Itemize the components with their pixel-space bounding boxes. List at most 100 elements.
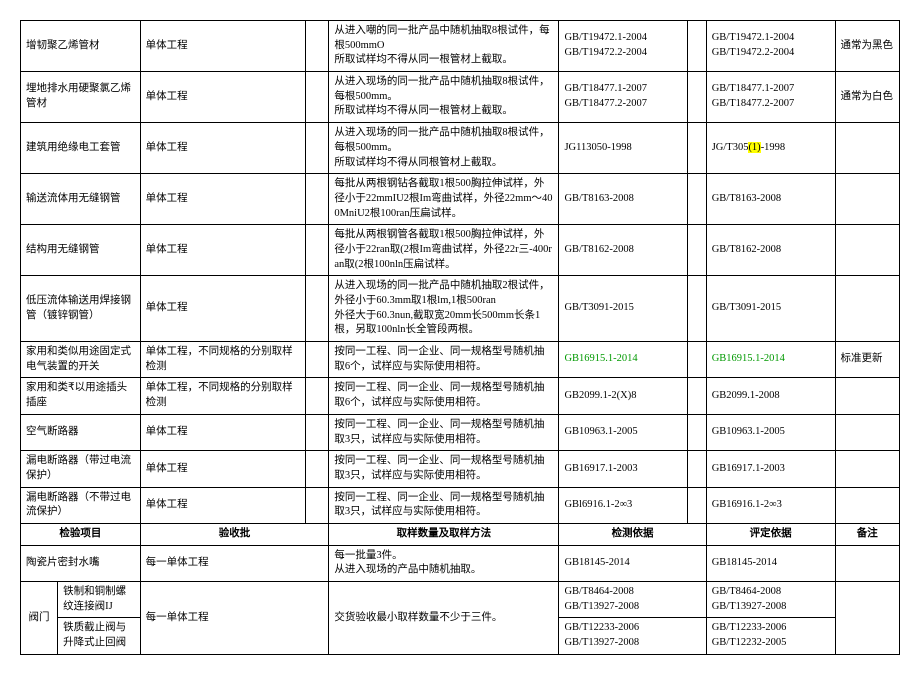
blank xyxy=(306,451,329,487)
blank xyxy=(688,174,706,225)
remark xyxy=(835,545,899,581)
sampling: 从进入嘲的同一批产品中随机抽取8根试件，每根500mmO所取试样均不得从同一根管… xyxy=(329,21,559,72)
item-name: 建筑用绝缘电工套管 xyxy=(21,123,141,174)
batch: 单体工程 xyxy=(140,72,306,123)
batch: 单体工程，不同规格的分别取样检测 xyxy=(140,342,306,378)
remark xyxy=(835,414,899,450)
batch: 单体工程，不同规格的分别取样检测 xyxy=(140,378,306,414)
eval-basis: GB/T12233-2006GB/T12232-2005 xyxy=(706,618,835,654)
hdr-eval: 评定依据 xyxy=(706,523,835,545)
item-name: 结构用无缝钢管 xyxy=(21,225,141,276)
blank xyxy=(688,342,706,378)
sampling: 从进入现场的同一批产品中随机抽取8根试件，每根500mm。所取试样均不得从同一根… xyxy=(329,72,559,123)
batch: 单体工程 xyxy=(140,487,306,523)
blank xyxy=(306,414,329,450)
eval-basis: GB18145-2014 xyxy=(706,545,835,581)
batch: 每一单体工程 xyxy=(140,582,329,655)
eval-basis: GB/T8162-2008 xyxy=(706,225,835,276)
test-basis: GB10963.1-2005 xyxy=(559,414,688,450)
item-name: 漏电断路器（带过电流保护） xyxy=(21,451,141,487)
test-basis: GB/T18477.1-2007GB/T18477.2-2007 xyxy=(559,72,688,123)
test-basis: GBl6916.1-2∞3 xyxy=(559,487,688,523)
hdr-batch: 验收批 xyxy=(140,523,329,545)
blank xyxy=(306,225,329,276)
blank xyxy=(306,342,329,378)
eval-basis: GB10963.1-2005 xyxy=(706,414,835,450)
blank xyxy=(688,414,706,450)
blank xyxy=(688,72,706,123)
blank xyxy=(306,276,329,342)
blank xyxy=(306,174,329,225)
test-basis: GB/T8162-2008 xyxy=(559,225,688,276)
test-basis: GB/T8163-2008 xyxy=(559,174,688,225)
table-row: 空气断路器单体工程按同一工程、同一企业、同一规格型号随机抽取3只，试样应与实际使… xyxy=(21,414,900,450)
table-row: 漏电断路器（带过电流保护）单体工程按同一工程、同一企业、同一规格型号随机抽取3只… xyxy=(21,451,900,487)
hdr-item: 检验项目 xyxy=(21,523,141,545)
blank xyxy=(688,276,706,342)
sampling: 按同一工程、同一企业、同一规格型号随机抽取6个，试样应与实际使用相符。 xyxy=(329,342,559,378)
test-basis: GB/T3091-2015 xyxy=(559,276,688,342)
remark xyxy=(835,123,899,174)
test-basis: JG113050-1998 xyxy=(559,123,688,174)
item-name: 漏电断路器（不带过电流保护） xyxy=(21,487,141,523)
batch: 单体工程 xyxy=(140,451,306,487)
hdr-test: 检测依据 xyxy=(559,523,706,545)
item-name: 家用和类₹以用途插头插座 xyxy=(21,378,141,414)
remark: 通常为黑色 xyxy=(835,21,899,72)
table-row: 家用和类₹以用途插头插座单体工程，不同规格的分别取样检测按同一工程、同一企业、同… xyxy=(21,378,900,414)
eval-basis: GB2099.1-2008 xyxy=(706,378,835,414)
blank xyxy=(688,487,706,523)
eval-basis: GB/T19472.1-2004GB/T19472.2-2004 xyxy=(706,21,835,72)
blank xyxy=(306,123,329,174)
remark xyxy=(835,225,899,276)
table-row: 埋地排水用硬聚氯乙烯管材单体工程从进入现场的同一批产品中随机抽取8根试件，每根5… xyxy=(21,72,900,123)
hdr-remark: 备注 xyxy=(835,523,899,545)
valve-category-label: 阀门 xyxy=(21,582,58,654)
blank xyxy=(688,225,706,276)
item-name: 埋地排水用硬聚氯乙烯管材 xyxy=(21,72,141,123)
valve-sub2: 铁质截止阀与升降式止回阀 xyxy=(58,618,140,654)
test-basis: GB/T12233-2006GB/T13927-2008 xyxy=(559,618,706,654)
eval-basis: GB16915.1-2014 xyxy=(706,342,835,378)
batch: 每一单体工程 xyxy=(140,545,329,581)
item-name: 低压流体输送用焊接钢管（镀锌钢管） xyxy=(21,276,141,342)
eval-basis: GB16916.1-2∞3 xyxy=(706,487,835,523)
remark xyxy=(835,276,899,342)
table-row: 低压流体输送用焊接钢管（镀锌钢管）单体工程从进入现场的同一批产品中随机抽取2根试… xyxy=(21,276,900,342)
table-row: 漏电断路器（不带过电流保护）单体工程按同一工程、同一企业、同一规格型号随机抽取3… xyxy=(21,487,900,523)
eval-basis: GB/T3091-2015 xyxy=(706,276,835,342)
item-name: 家用和类似用途固定式电气装置的开关 xyxy=(21,342,141,378)
remark xyxy=(835,582,899,655)
test-basis: GB16917.1-2003 xyxy=(559,451,688,487)
sampling: 每一批量3件。从进入现场的产品中随机抽取。 xyxy=(329,545,559,581)
item-name: 空气断路器 xyxy=(21,414,141,450)
test-basis: GB2099.1-2(X)8 xyxy=(559,378,688,414)
test-basis: GB16915.1-2014 xyxy=(559,342,688,378)
blank xyxy=(306,72,329,123)
remark xyxy=(835,487,899,523)
table-row: 输送流体用无缝钢管单体工程每批从两根钢钻各截取1根500胸拉伸试样，外径小于22… xyxy=(21,174,900,225)
sampling: 交货验收最小取样数量不少于三件。 xyxy=(329,582,559,655)
blank xyxy=(688,21,706,72)
table-row: 阀门铁制和铜制螺纹连接阀IJ铁质截止阀与升降式止回阀每一单体工程交货验收最小取样… xyxy=(21,582,900,618)
eval-basis: JG/T305(1)-1998 xyxy=(706,123,835,174)
header-row: 检验项目验收批取样数量及取样方法检测依据评定依据备注 xyxy=(21,523,900,545)
remark xyxy=(835,451,899,487)
eval-basis: GB/T8163-2008 xyxy=(706,174,835,225)
sampling: 从进入现场的同一批产品中随机抽取2根试件，外径小于60.3mm取1根lm,1根5… xyxy=(329,276,559,342)
blank xyxy=(688,451,706,487)
sampling: 按同一工程、同一企业、同一规格型号随机抽取3只，试样应与实际使用相符。 xyxy=(329,487,559,523)
remark xyxy=(835,378,899,414)
test-basis: GB/T8464-2008GB/T13927-2008 xyxy=(559,582,706,618)
blank xyxy=(688,123,706,174)
valve-group: 阀门铁制和铜制螺纹连接阀IJ铁质截止阀与升降式止回阀 xyxy=(21,582,141,655)
batch: 单体工程 xyxy=(140,414,306,450)
batch: 单体工程 xyxy=(140,174,306,225)
sampling: 每批从两根钢管各截取1根500胸拉伸试样，外径小于22ran取(2根Im弯曲试样… xyxy=(329,225,559,276)
batch: 单体工程 xyxy=(140,21,306,72)
item-name: 增韧聚乙烯管材 xyxy=(21,21,141,72)
eval-basis: GB16917.1-2003 xyxy=(706,451,835,487)
table-row: 建筑用绝缘电工套管单体工程从进入现场的同一批产品中随机抽取8根试件，每根500m… xyxy=(21,123,900,174)
batch: 单体工程 xyxy=(140,276,306,342)
item-name: 陶瓷片密封水嘴 xyxy=(21,545,141,581)
